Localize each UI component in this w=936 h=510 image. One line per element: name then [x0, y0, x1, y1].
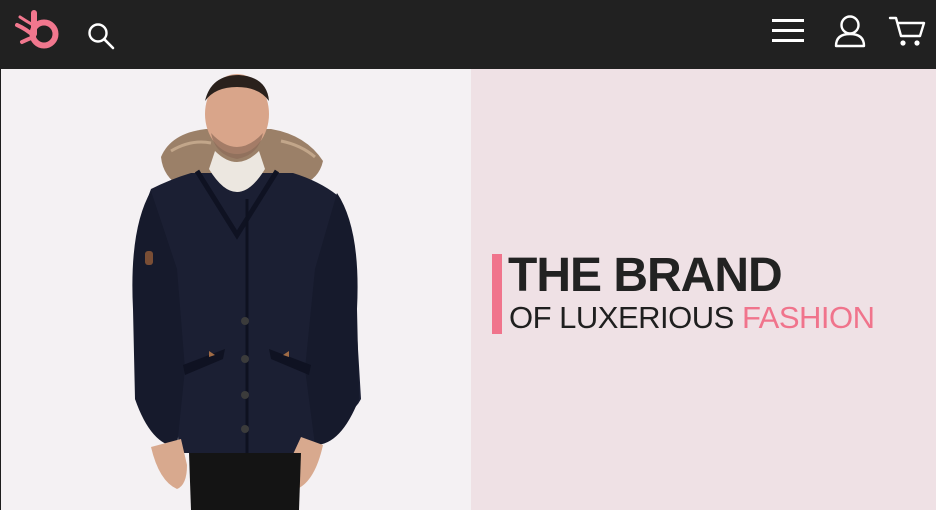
- search-icon[interactable]: [86, 21, 116, 51]
- hero-subline-prefix: OF LUXERIOUS: [509, 300, 742, 335]
- hero-tagline-panel: THE BRAND OF LUXERIOUS FASHION: [471, 69, 936, 510]
- top-navbar: [0, 0, 936, 69]
- brand-logo-icon[interactable]: [14, 9, 66, 53]
- user-icon[interactable]: [832, 13, 868, 49]
- model-parka-illustration: [132, 74, 361, 510]
- hamburger-menu-icon[interactable]: [770, 16, 806, 46]
- accent-bar: [492, 254, 502, 334]
- hero-headline: THE BRAND: [508, 249, 783, 302]
- shopping-cart-icon[interactable]: [888, 13, 926, 49]
- hero-banner: THE BRAND OF LUXERIOUS FASHION: [0, 69, 936, 510]
- hero-subline: OF LUXERIOUS FASHION: [509, 300, 875, 336]
- hero-product-image[interactable]: [0, 69, 471, 510]
- hero-subline-highlight: FASHION: [741, 300, 875, 335]
